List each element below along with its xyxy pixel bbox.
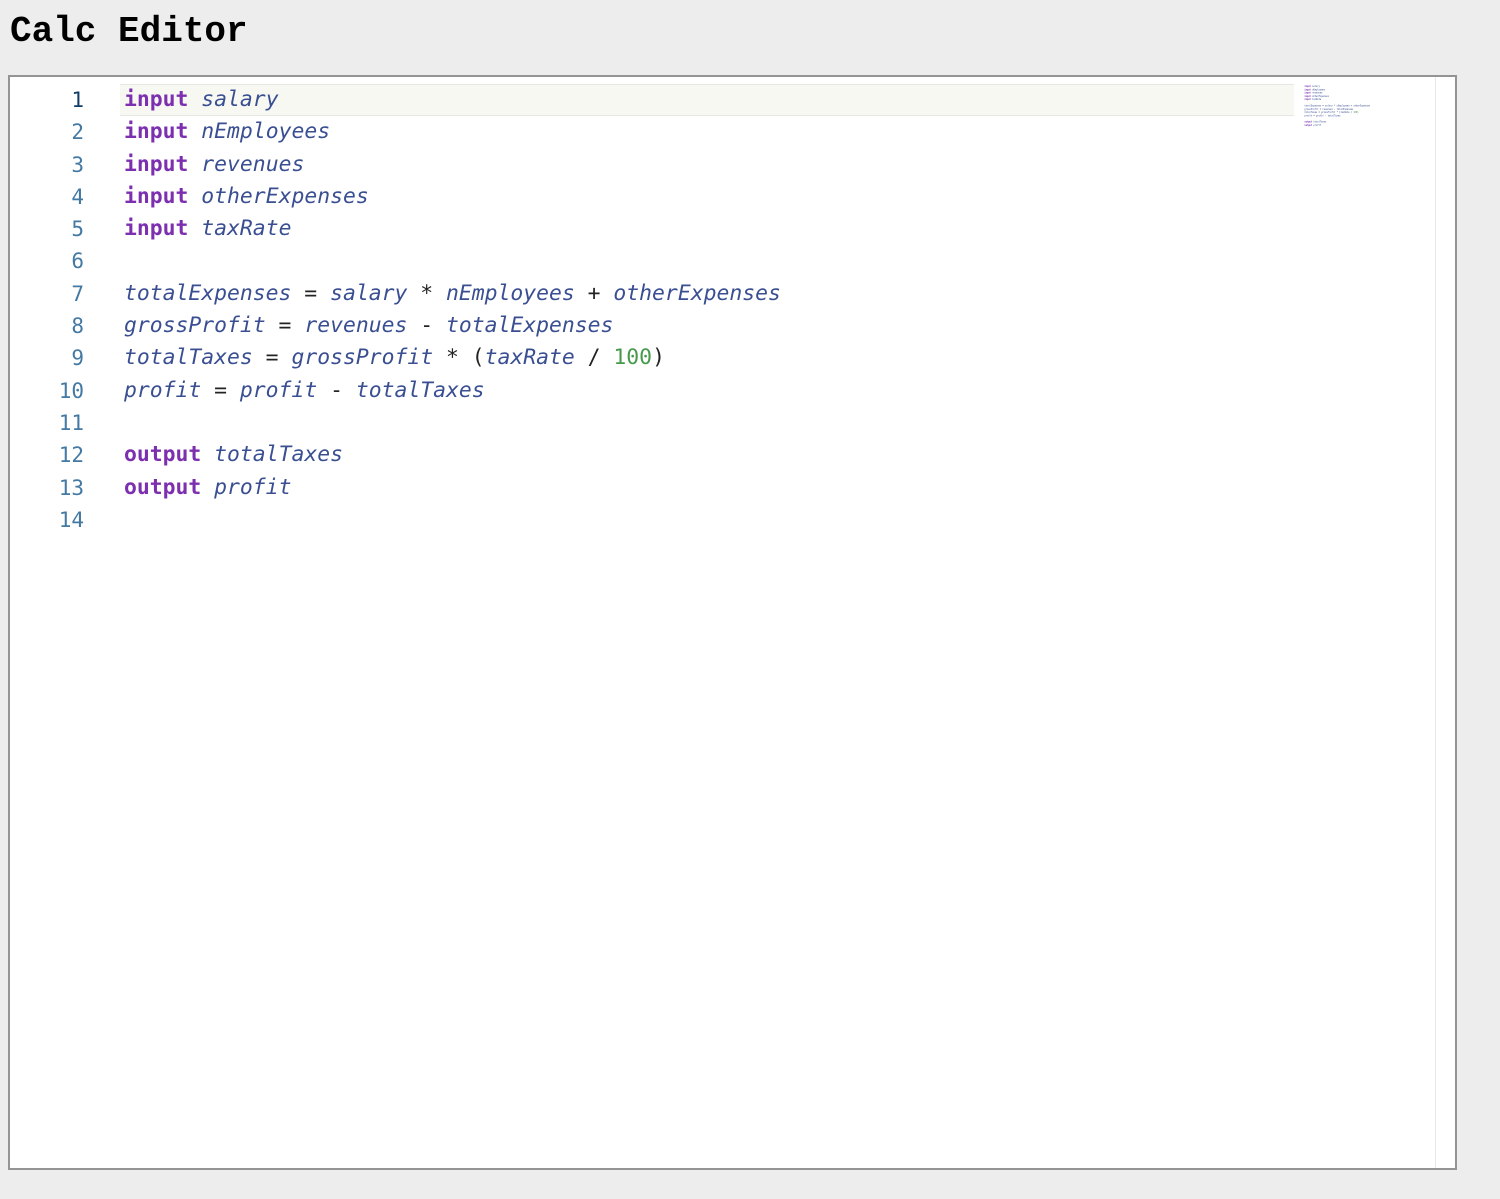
code-text [120, 504, 1434, 536]
code-line[interactable]: 2input nEmployees [10, 116, 1434, 148]
code-line[interactable]: 10profit = profit - totalTaxes [10, 375, 1434, 407]
minimap[interactable]: input salaryinput nEmployeesinput revenu… [1294, 77, 1434, 143]
code-text: input otherExpenses [120, 181, 1434, 213]
line-number: 14 [10, 504, 120, 536]
line-number: 5 [10, 213, 120, 245]
line-number: 2 [10, 116, 120, 148]
code-line[interactable]: 3input revenues [10, 149, 1434, 181]
code-text: output totalTaxes [120, 439, 1434, 471]
code-text: totalTaxes = grossProfit * (taxRate / 10… [120, 342, 1434, 374]
code-text: input revenues [120, 149, 1434, 181]
code-line[interactable]: 4input otherExpenses [10, 181, 1434, 213]
page-title: Calc Editor [0, 0, 1500, 54]
code-line[interactable]: 6 [10, 245, 1434, 277]
code-text [120, 407, 1434, 439]
line-number: 10 [10, 375, 120, 407]
editor-lines[interactable]: 1input salary2input nEmployees3input rev… [10, 84, 1434, 536]
code-text: output profit [120, 472, 1434, 504]
code-text: grossProfit = revenues - totalExpenses [120, 310, 1434, 342]
code-line[interactable]: 7totalExpenses = salary * nEmployees + o… [10, 278, 1434, 310]
code-text [1304, 127, 1434, 130]
code-text: input nEmployees [120, 116, 1434, 148]
code-line[interactable]: 1input salary [10, 84, 1434, 116]
minimap-content: input salaryinput nEmployeesinput revenu… [1304, 85, 1434, 130]
code-line[interactable]: 9totalTaxes = grossProfit * (taxRate / 1… [10, 342, 1434, 374]
code-line[interactable]: 8grossProfit = revenues - totalExpenses [10, 310, 1434, 342]
line-number: 6 [10, 245, 120, 277]
code-text: input taxRate [120, 213, 1434, 245]
code-line[interactable]: 14 [10, 504, 1434, 536]
line-number: 11 [10, 407, 120, 439]
code-line[interactable]: 13output profit [10, 472, 1434, 504]
line-number: 7 [10, 278, 120, 310]
line-number: 9 [10, 342, 120, 374]
code-editor[interactable]: 1input salary2input nEmployees3input rev… [8, 75, 1457, 1170]
code-line[interactable]: 12output totalTaxes [10, 439, 1434, 471]
code-text: profit = profit - totalTaxes [120, 375, 1434, 407]
line-number: 8 [10, 310, 120, 342]
code-text [120, 245, 1434, 277]
line-number: 3 [10, 149, 120, 181]
line-number: 4 [10, 181, 120, 213]
code-line[interactable]: 11 [10, 407, 1434, 439]
line-number: 12 [10, 439, 120, 471]
code-text: totalExpenses = salary * nEmployees + ot… [120, 278, 1434, 310]
code-text: input salary [120, 84, 1434, 116]
scrollbar-track [1435, 77, 1455, 1168]
minimap-line [1304, 127, 1434, 130]
code-line[interactable]: 5input taxRate [10, 213, 1434, 245]
line-number: 13 [10, 472, 120, 504]
line-number: 1 [10, 84, 120, 116]
